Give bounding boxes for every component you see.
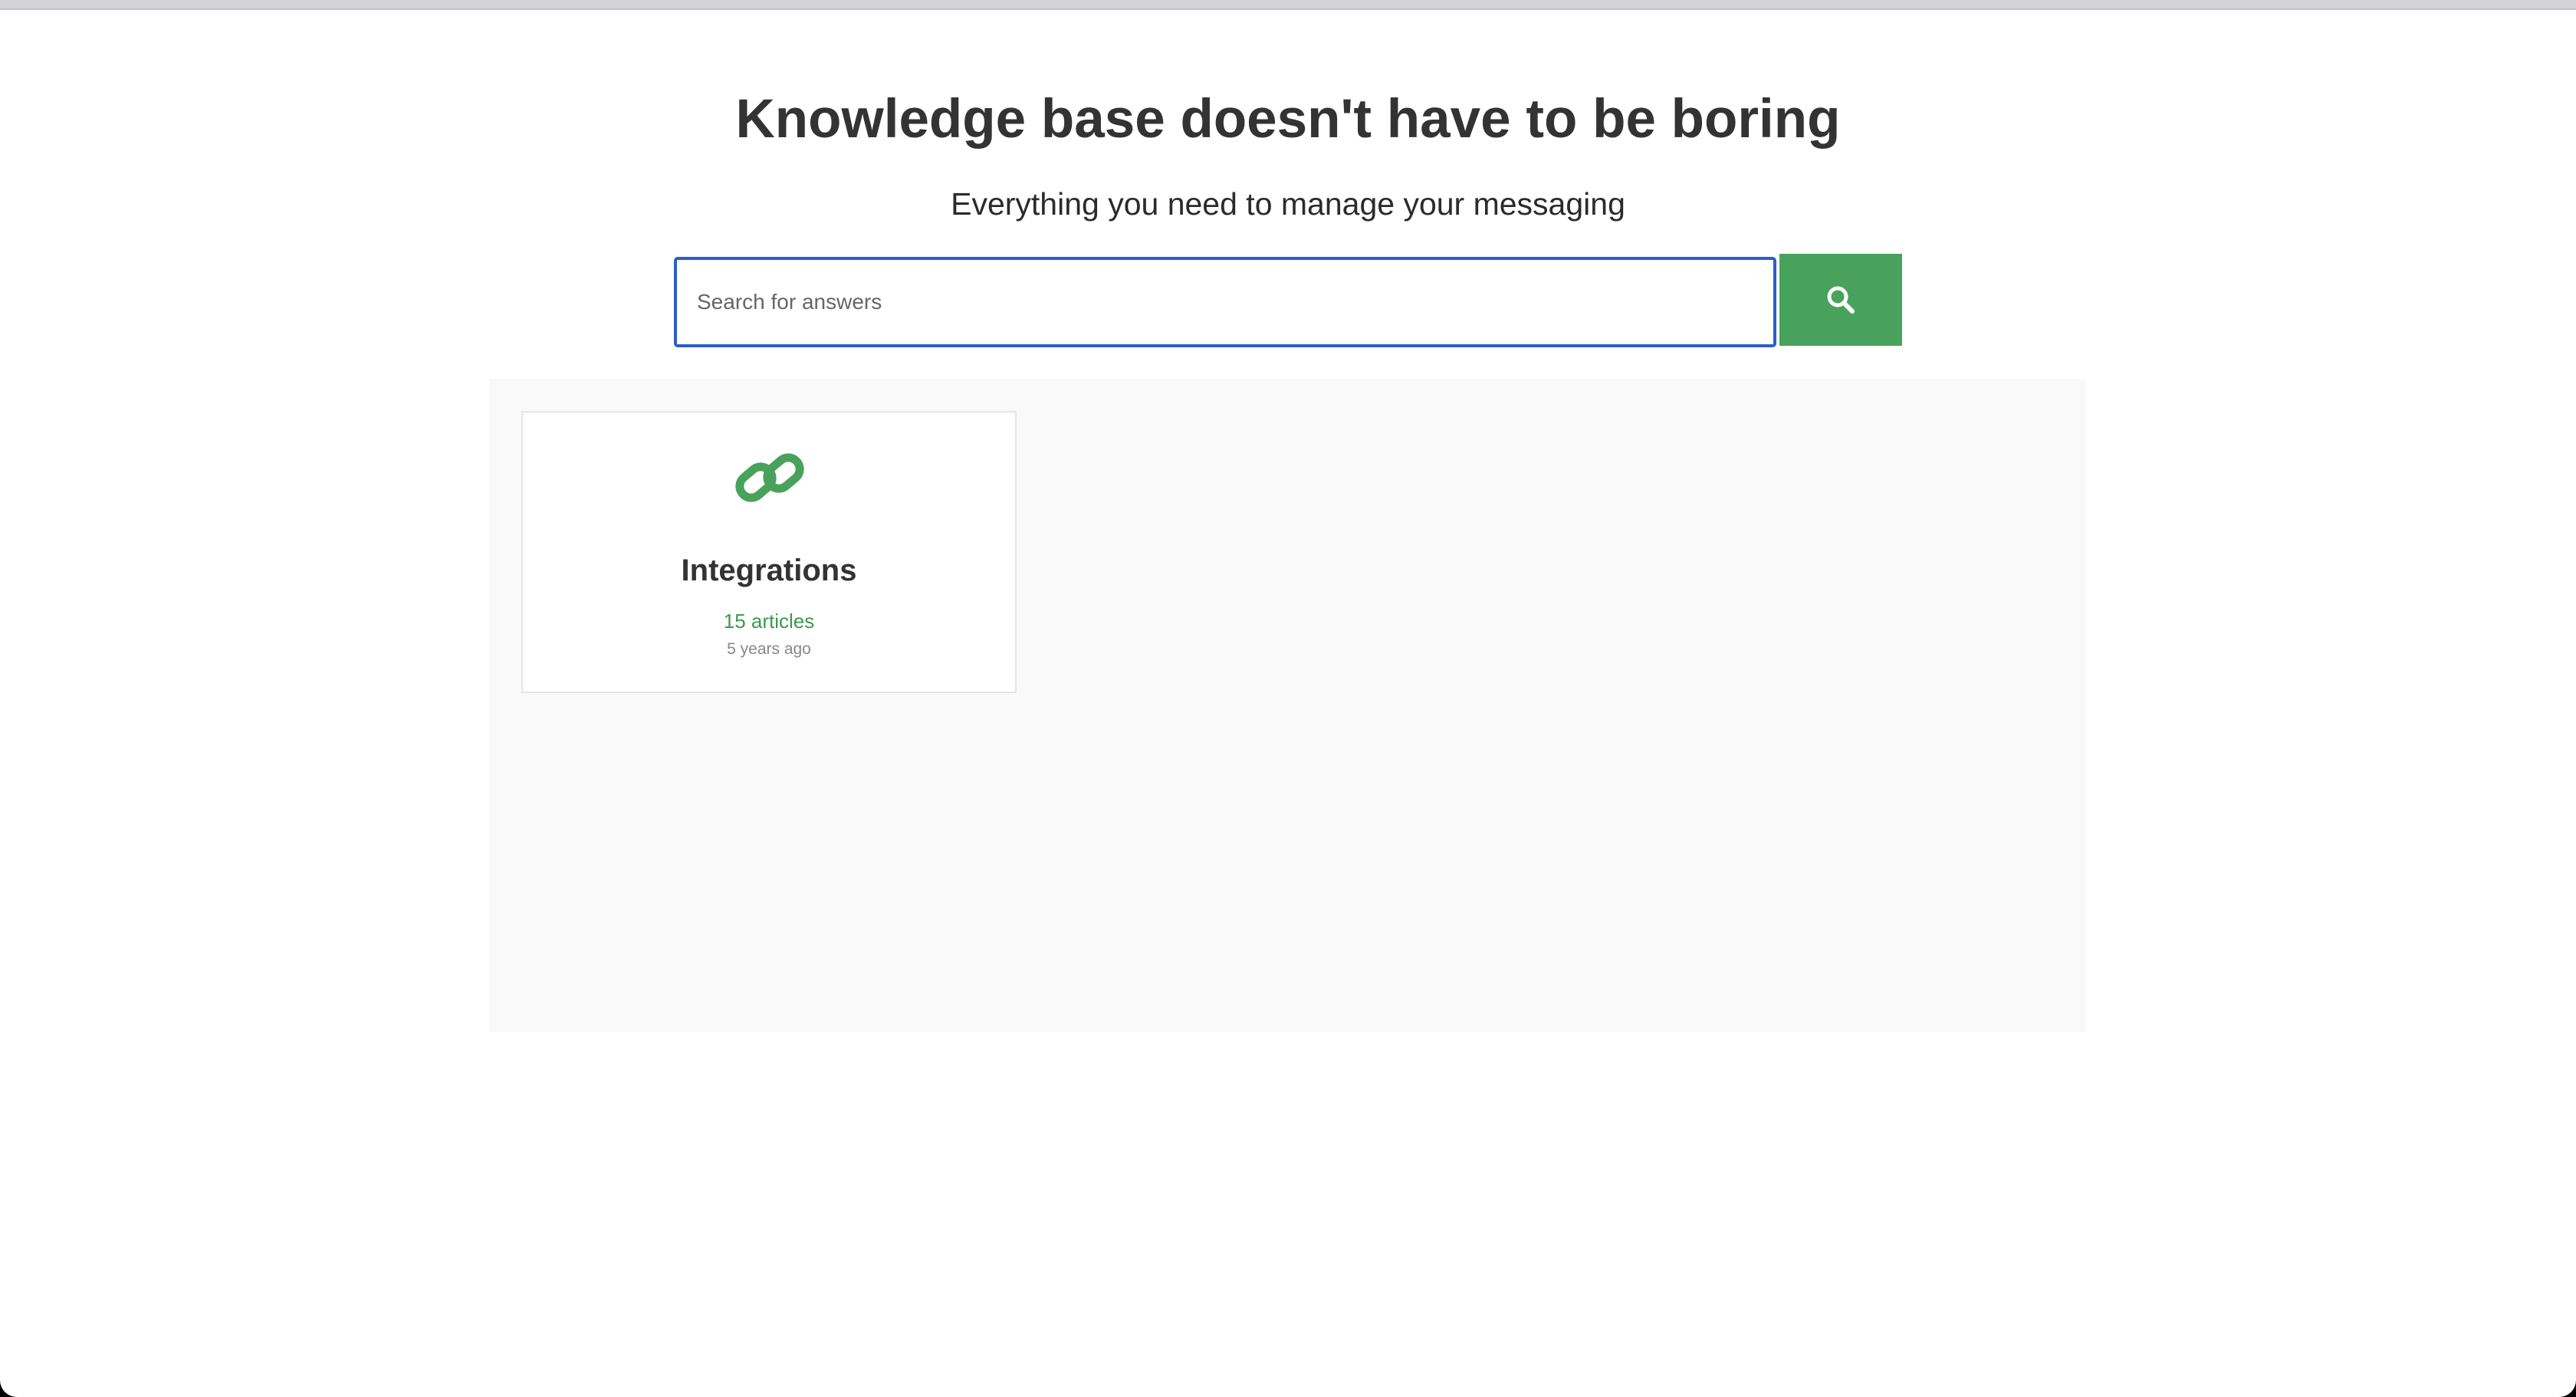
category-card-integrations[interactable]: Integrations 15 articles 5 years ago [521,411,1017,693]
page-title: Knowledge base doesn't have to be boring [735,89,1841,150]
link-icon [735,453,804,502]
category-title: Integrations [681,554,857,587]
page: Knowledge base doesn't have to be boring… [0,0,2576,1397]
search-icon [1827,286,1855,314]
search-input[interactable] [674,257,1776,347]
categories-section: Integrations 15 articles 5 years ago [489,379,2086,1032]
category-updated: 5 years ago [727,640,811,658]
page-subtitle: Everything you need to manage your messa… [951,186,1625,222]
search-button[interactable] [1779,254,1902,346]
browser-top-edge [0,0,2576,10]
category-article-count[interactable]: 15 articles [523,608,1015,634]
